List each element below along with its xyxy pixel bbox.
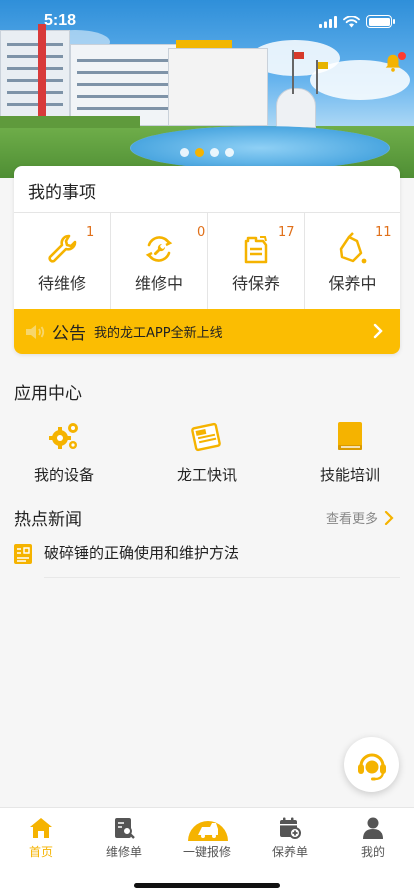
stat-label: 待维修 (37, 274, 86, 293)
stat-count: 17 (278, 225, 295, 240)
repair-gear-icon (145, 236, 173, 262)
stat-count: 1 (86, 225, 95, 240)
oil-can-icon (244, 236, 268, 264)
tab-home[interactable]: 首页 (0, 816, 82, 864)
my-items-title: 我的事项 (28, 183, 96, 203)
notification-badge (398, 52, 406, 60)
home-icon (30, 818, 52, 838)
app-label: 龙工快讯 (176, 466, 237, 484)
announcement-bar[interactable]: 公告 我的龙工APP全新上线 (14, 309, 400, 354)
tab-label: 一键报修 (182, 845, 231, 859)
view-more-link[interactable]: 查看更多 (326, 508, 394, 527)
stat-pending-maintenance[interactable]: 17 待保养 (208, 213, 305, 309)
news-document-icon (14, 544, 32, 564)
tab-label: 首页 (28, 845, 53, 859)
my-items-card: 我的事项 1 待维修 0 维修中 17 待保养 11 保养中 公告 我的龙工AP… (14, 166, 400, 354)
tab-label: 我的 (360, 845, 385, 859)
app-skill-training[interactable]: 技能培训 (290, 418, 410, 488)
one-click-repair-icon (188, 821, 228, 841)
stat-in-repair[interactable]: 0 维修中 (111, 213, 208, 309)
app-my-equipment[interactable]: 我的设备 (4, 418, 124, 488)
stat-count: 11 (375, 225, 392, 240)
app-label: 技能培训 (319, 466, 380, 484)
app-grid: 我的设备 龙工快讯 技能培训 (0, 418, 414, 488)
app-label: 我的设备 (33, 466, 94, 484)
home-indicator (134, 883, 280, 888)
news-list-item[interactable]: 破碎锤的正确使用和维护方法 (14, 540, 400, 578)
tab-label: 保养单 (271, 845, 308, 859)
repair-order-icon (115, 818, 135, 839)
book-icon (338, 422, 362, 450)
speaker-icon (26, 324, 45, 339)
news-title: 破碎锤的正确使用和维护方法 (44, 544, 240, 562)
tab-one-click-repair[interactable]: 一键报修 (166, 816, 248, 864)
customer-service-button[interactable] (344, 737, 399, 792)
announcement-title: 公告 (52, 324, 86, 344)
status-bar: 5:18 (0, 0, 414, 44)
tab-label: 维修单 (105, 845, 142, 859)
announcement-text: 我的龙工APP全新上线 (94, 326, 223, 341)
tab-maintenance-orders[interactable]: 保养单 (249, 816, 331, 864)
wrench-icon (48, 234, 77, 263)
stat-label: 维修中 (134, 274, 183, 293)
stat-in-maintenance[interactable]: 11 保养中 (305, 213, 400, 309)
stat-label: 待保养 (231, 274, 280, 293)
chevron-right-icon (384, 510, 394, 525)
carousel-dot[interactable] (225, 148, 234, 157)
stat-count: 0 (197, 225, 206, 240)
profile-icon (363, 817, 383, 839)
app-longgong-news[interactable]: 龙工快讯 (147, 418, 267, 488)
wifi-icon (343, 15, 360, 27)
tab-bar: 首页 维修单 一键报修 保养单 我的 (0, 807, 414, 896)
carousel-dot[interactable] (180, 148, 189, 157)
gears-icon (49, 423, 78, 449)
maintenance-order-icon (280, 817, 301, 839)
headset-icon (357, 753, 386, 780)
chevron-right-icon (373, 323, 383, 339)
hot-news-title: 热点新闻 (14, 510, 82, 530)
notification-button[interactable] (382, 52, 406, 76)
app-center-title: 应用中心 (14, 384, 82, 404)
battery-icon (366, 15, 395, 28)
view-more-label: 查看更多 (325, 512, 378, 527)
carousel-dot[interactable] (210, 148, 219, 157)
stats-row: 1 待维修 0 维修中 17 待保养 11 保养中 (14, 213, 400, 309)
status-time: 5:18 (44, 12, 77, 29)
tab-profile[interactable]: 我的 (332, 816, 414, 864)
stat-pending-repair[interactable]: 1 待维修 (14, 213, 111, 309)
oil-pour-icon (339, 232, 367, 264)
newspaper-icon (191, 422, 221, 452)
carousel-dot[interactable] (195, 148, 204, 157)
signal-icon (319, 15, 337, 28)
stat-label: 保养中 (328, 274, 377, 293)
tab-repair-orders[interactable]: 维修单 (83, 816, 165, 864)
carousel-indicator (0, 148, 414, 157)
